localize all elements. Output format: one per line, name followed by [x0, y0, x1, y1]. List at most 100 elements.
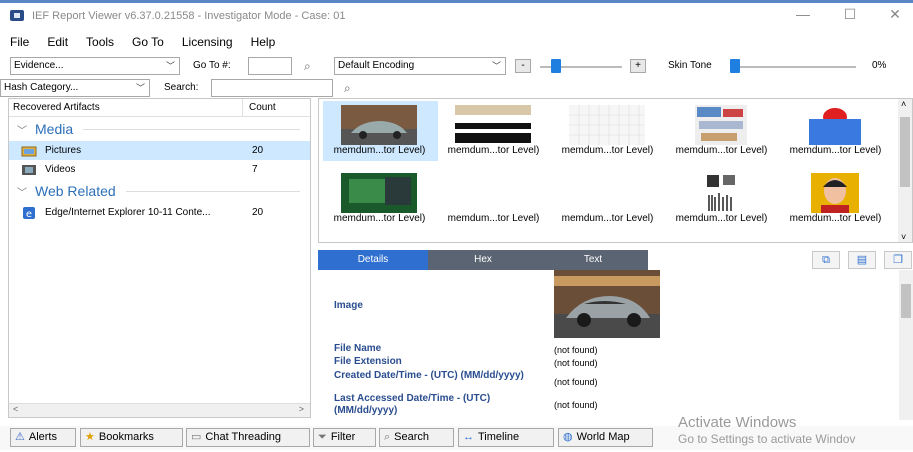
- artifact-count: 20: [252, 145, 264, 156]
- thumbnail-item[interactable]: memdum...tor Level): [323, 101, 438, 163]
- artifact-name: Videos: [45, 164, 76, 175]
- menu-file[interactable]: File: [10, 35, 29, 49]
- search-icon[interactable]: ⌕: [344, 79, 351, 97]
- zoom-out-button[interactable]: -: [515, 59, 531, 73]
- field-label: File Extension: [334, 356, 402, 367]
- divider: [83, 128, 300, 130]
- thumbnail-caption: memdum...tor Level): [561, 213, 654, 224]
- alerts-button[interactable]: ⚠ Alerts: [10, 428, 76, 447]
- menu-bar: File Edit Tools Go To Licensing Help: [0, 31, 293, 53]
- zoom-slider-thumb[interactable]: [550, 59, 561, 73]
- toolbar-row-1: Evidence... ﹀ Go To #: ⌕ Default Encodin…: [0, 55, 913, 77]
- evidence-select[interactable]: Evidence... ﹀: [10, 57, 180, 75]
- search-icon[interactable]: ⌕: [304, 57, 311, 75]
- field-label: Last Accessed Date/Time - (UTC) (MM/dd/y…: [334, 393, 491, 416]
- thumbnail-item[interactable]: memdum...tor Level): [665, 103, 778, 163]
- artifact-item-videos[interactable]: Videos 7: [9, 160, 310, 179]
- pictures-icon: [21, 146, 37, 156]
- field-value: (not found): [554, 377, 598, 387]
- details-scrollbar[interactable]: [899, 270, 913, 420]
- star-icon: ★: [85, 431, 95, 443]
- bookmarks-button[interactable]: ★ Bookmarks: [80, 428, 183, 447]
- scrollbar-thumb[interactable]: [900, 117, 910, 187]
- scrollbar-thumb[interactable]: [901, 284, 911, 318]
- skin-tone-value: 0%: [872, 60, 887, 71]
- chevron-down-icon[interactable]: ﹀: [17, 122, 27, 137]
- search-button[interactable]: ⌕ Search: [379, 428, 454, 447]
- scroll-up-icon[interactable]: ˄: [901, 99, 906, 109]
- toolbar-row-2: Hash Category... ﹀ Search: ⌕: [0, 78, 913, 98]
- car-thumbnail-image: [341, 105, 417, 145]
- skin-tone-slider-track[interactable]: [730, 66, 856, 68]
- maximize-button[interactable]: ☐: [830, 4, 870, 24]
- thumbnail-item[interactable]: memdum...tor Level): [665, 171, 778, 231]
- thumbnail-item[interactable]: memdum...tor Level): [323, 171, 436, 231]
- menu-edit[interactable]: Edit: [47, 35, 68, 49]
- menu-tools[interactable]: Tools: [86, 35, 114, 49]
- column-header-count[interactable]: Count: [242, 99, 302, 116]
- scroll-down-icon[interactable]: ˅: [901, 232, 906, 242]
- chevron-down-icon[interactable]: ﹀: [17, 184, 27, 199]
- hash-category-select[interactable]: Hash Category... ﹀: [0, 79, 150, 97]
- artifacts-header: Recovered Artifacts Count: [9, 99, 310, 117]
- thumbnail-item[interactable]: memdum...tor Level): [437, 103, 550, 163]
- menu-licensing[interactable]: Licensing: [182, 35, 233, 49]
- chevron-down-icon: ﹀: [491, 61, 501, 71]
- export-icon[interactable]: ⧉: [812, 251, 840, 269]
- minimize-button[interactable]: —: [783, 4, 823, 24]
- chat-threading-button[interactable]: ▭ Chat Threading: [186, 428, 310, 447]
- thumbnail-caption: memdum...tor Level): [675, 145, 768, 156]
- thumbnail-item[interactable]: memdum...tor Level): [779, 103, 892, 163]
- filter-button[interactable]: ⏷ Filter: [313, 428, 376, 447]
- scroll-left-icon[interactable]: <: [13, 404, 18, 414]
- activate-windows-subtitle: Go to Settings to activate Windov: [678, 432, 856, 446]
- goto-input[interactable]: [248, 57, 292, 75]
- redacted-thumbnail-image: [455, 105, 531, 143]
- group-web-related[interactable]: ﹀ Web Related: [9, 179, 310, 203]
- thumbnail-item[interactable]: memdum...tor Level): [779, 171, 892, 231]
- close-button[interactable]: ✕: [875, 4, 913, 24]
- scroll-right-icon[interactable]: >: [299, 404, 304, 414]
- video-thumbnail-image: [341, 173, 417, 213]
- svg-text:e: e: [26, 209, 32, 219]
- title-bar: IEF Report Viewer v6.37.0.21558 - Invest…: [0, 0, 913, 28]
- thumbnail-item[interactable]: memdum...tor Level): [551, 171, 664, 231]
- artifacts-panel: Recovered Artifacts Count ﹀ Media Pictur…: [8, 98, 311, 418]
- artifact-name: Edge/Internet Explorer 10-11 Conte...: [45, 207, 211, 218]
- horizontal-scrollbar[interactable]: < >: [9, 403, 310, 417]
- pattern-thumbnail-image: [809, 105, 861, 145]
- zoom-in-button[interactable]: +: [630, 59, 646, 73]
- skin-tone-slider-thumb[interactable]: [730, 59, 740, 73]
- menu-help[interactable]: Help: [251, 35, 276, 49]
- thumbnail-item[interactable]: memdum...tor Level): [437, 171, 550, 231]
- field-label: File Name: [334, 343, 382, 354]
- thumbnail-item[interactable]: memdum...tor Level): [551, 103, 664, 163]
- barcode-thumbnail-image: [705, 173, 737, 213]
- chevron-down-icon: ﹀: [135, 83, 145, 93]
- encoding-select[interactable]: Default Encoding ﹀: [334, 57, 506, 75]
- group-media[interactable]: ﹀ Media: [9, 117, 310, 141]
- group-label: Media: [35, 121, 74, 137]
- field-value: (not found): [554, 358, 598, 368]
- thumbnail-grid: memdum...tor Level) memdum...tor Level) …: [318, 98, 913, 243]
- column-header-artifacts[interactable]: Recovered Artifacts: [9, 99, 242, 116]
- filter-icon: ⏷: [318, 431, 327, 443]
- tab-hex[interactable]: Hex: [428, 250, 538, 270]
- chat-icon: ▭: [191, 431, 202, 443]
- tab-details[interactable]: Details: [318, 250, 428, 270]
- search-label: Search:: [164, 82, 199, 93]
- thumbnail-caption: memdum...tor Level): [447, 145, 540, 156]
- report-icon[interactable]: ▤: [848, 251, 876, 269]
- thumbnail-caption: memdum...tor Level): [789, 145, 882, 156]
- windows-icon[interactable]: ❐: [884, 251, 912, 269]
- timeline-button[interactable]: ↔ Timeline: [458, 428, 554, 447]
- tab-text[interactable]: Text: [538, 250, 648, 270]
- thumbnail-caption: memdum...tor Level): [333, 213, 426, 224]
- search-input[interactable]: [211, 79, 333, 97]
- artifact-item-edge-ie[interactable]: e Edge/Internet Explorer 10-11 Conte... …: [9, 203, 310, 222]
- world-map-button[interactable]: ◍ World Map: [558, 428, 653, 447]
- group-label: Web Related: [35, 183, 116, 199]
- thumbnail-scrollbar[interactable]: ˄ ˅: [898, 99, 912, 242]
- menu-goto[interactable]: Go To: [132, 35, 164, 49]
- artifact-item-pictures[interactable]: Pictures 20: [9, 141, 310, 160]
